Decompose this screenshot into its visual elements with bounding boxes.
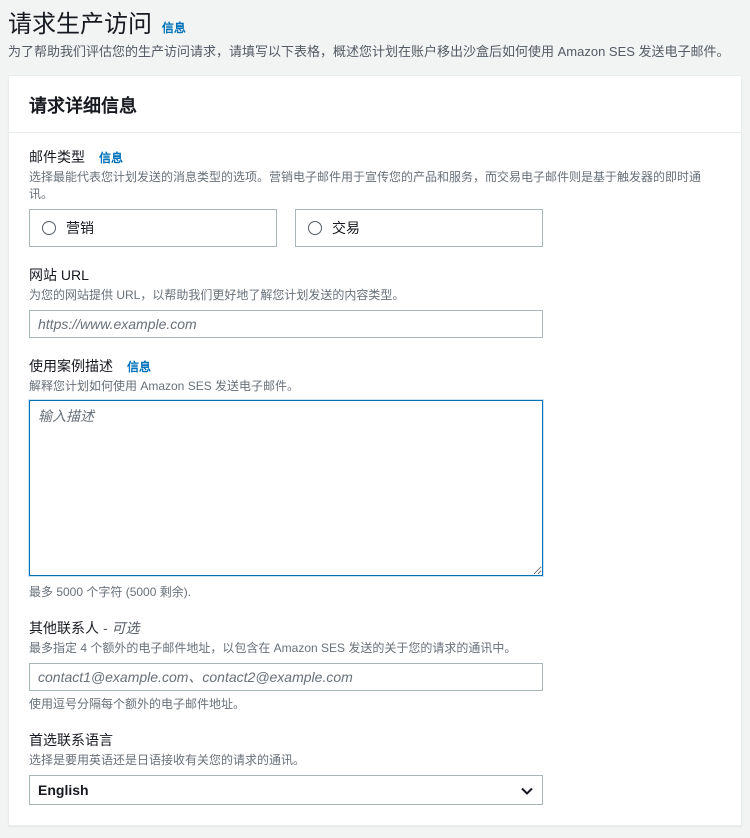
website-url-label: 网站 URL — [29, 265, 721, 285]
language-label: 首选联系语言 — [29, 730, 721, 750]
contacts-input[interactable] — [29, 663, 543, 691]
card-title: 请求详细信息 — [29, 92, 721, 118]
mail-type-option-label: 交易 — [332, 218, 360, 238]
info-link-header[interactable]: 信息 — [162, 21, 186, 35]
page-header: 请求生产访问 信息 为了帮助我们评估您的生产访问请求，请填写以下表格，概述您计划… — [0, 0, 750, 75]
mail-type-option-label: 营销 — [66, 218, 94, 238]
language-hint: 选择是要用英语还是日语接收有关您的请求的通讯。 — [29, 752, 721, 769]
mail-type-option-marketing[interactable]: 营销 — [29, 209, 277, 247]
use-case-label: 使用案例描述 — [29, 356, 113, 376]
website-url-hint: 为您的网站提供 URL，以帮助我们更好地了解您计划发送的内容类型。 — [29, 287, 721, 304]
mail-type-group: 邮件类型 信息 选择最能代表您计划发送的消息类型的选项。营销电子邮件用于宣传您的… — [29, 147, 721, 247]
info-link-mail-type[interactable]: 信息 — [99, 149, 123, 166]
website-url-input[interactable] — [29, 310, 543, 338]
contacts-group: 其他联系人 - 可选 最多指定 4 个额外的电子邮件地址，以包含在 Amazon… — [29, 618, 721, 712]
contacts-label: 其他联系人 - 可选 — [29, 618, 721, 638]
mail-type-hint: 选择最能代表您计划发送的消息类型的选项。营销电子邮件用于宣传您的产品和服务，而交… — [29, 169, 721, 203]
card-body: 邮件类型 信息 选择最能代表您计划发送的消息类型的选项。营销电子邮件用于宣传您的… — [9, 133, 741, 825]
request-details-card: 请求详细信息 邮件类型 信息 选择最能代表您计划发送的消息类型的选项。营销电子邮… — [8, 75, 742, 826]
use-case-textarea[interactable] — [29, 400, 543, 576]
mail-type-options: 营销 交易 — [29, 209, 721, 247]
website-url-group: 网站 URL 为您的网站提供 URL，以帮助我们更好地了解您计划发送的内容类型。 — [29, 265, 721, 338]
card-header: 请求详细信息 — [9, 76, 741, 133]
language-group: 首选联系语言 选择是要用英语还是日语接收有关您的请求的通讯。 English — [29, 730, 721, 805]
language-select-value: English — [29, 775, 543, 805]
language-select[interactable]: English — [29, 775, 543, 805]
radio-icon — [308, 221, 322, 235]
contacts-after-hint: 使用逗号分隔每个额外的电子邮件地址。 — [29, 695, 721, 712]
info-link-use-case[interactable]: 信息 — [127, 358, 151, 375]
radio-icon — [42, 221, 56, 235]
contacts-hint: 最多指定 4 个额外的电子邮件地址，以包含在 Amazon SES 发送的关于您… — [29, 640, 721, 657]
use-case-constraint: 最多 5000 个字符 (5000 剩余). — [29, 583, 721, 600]
mail-type-option-transactional[interactable]: 交易 — [295, 209, 543, 247]
page-title: 请求生产访问 — [8, 11, 152, 38]
use-case-hint: 解释您计划如何使用 Amazon SES 发送电子邮件。 — [29, 378, 721, 395]
page-subtitle: 为了帮助我们评估您的生产访问请求，请填写以下表格，概述您计划在账户移出沙盒后如何… — [8, 43, 742, 61]
use-case-group: 使用案例描述 信息 解释您计划如何使用 Amazon SES 发送电子邮件。 最… — [29, 356, 721, 601]
mail-type-label: 邮件类型 — [29, 147, 85, 167]
